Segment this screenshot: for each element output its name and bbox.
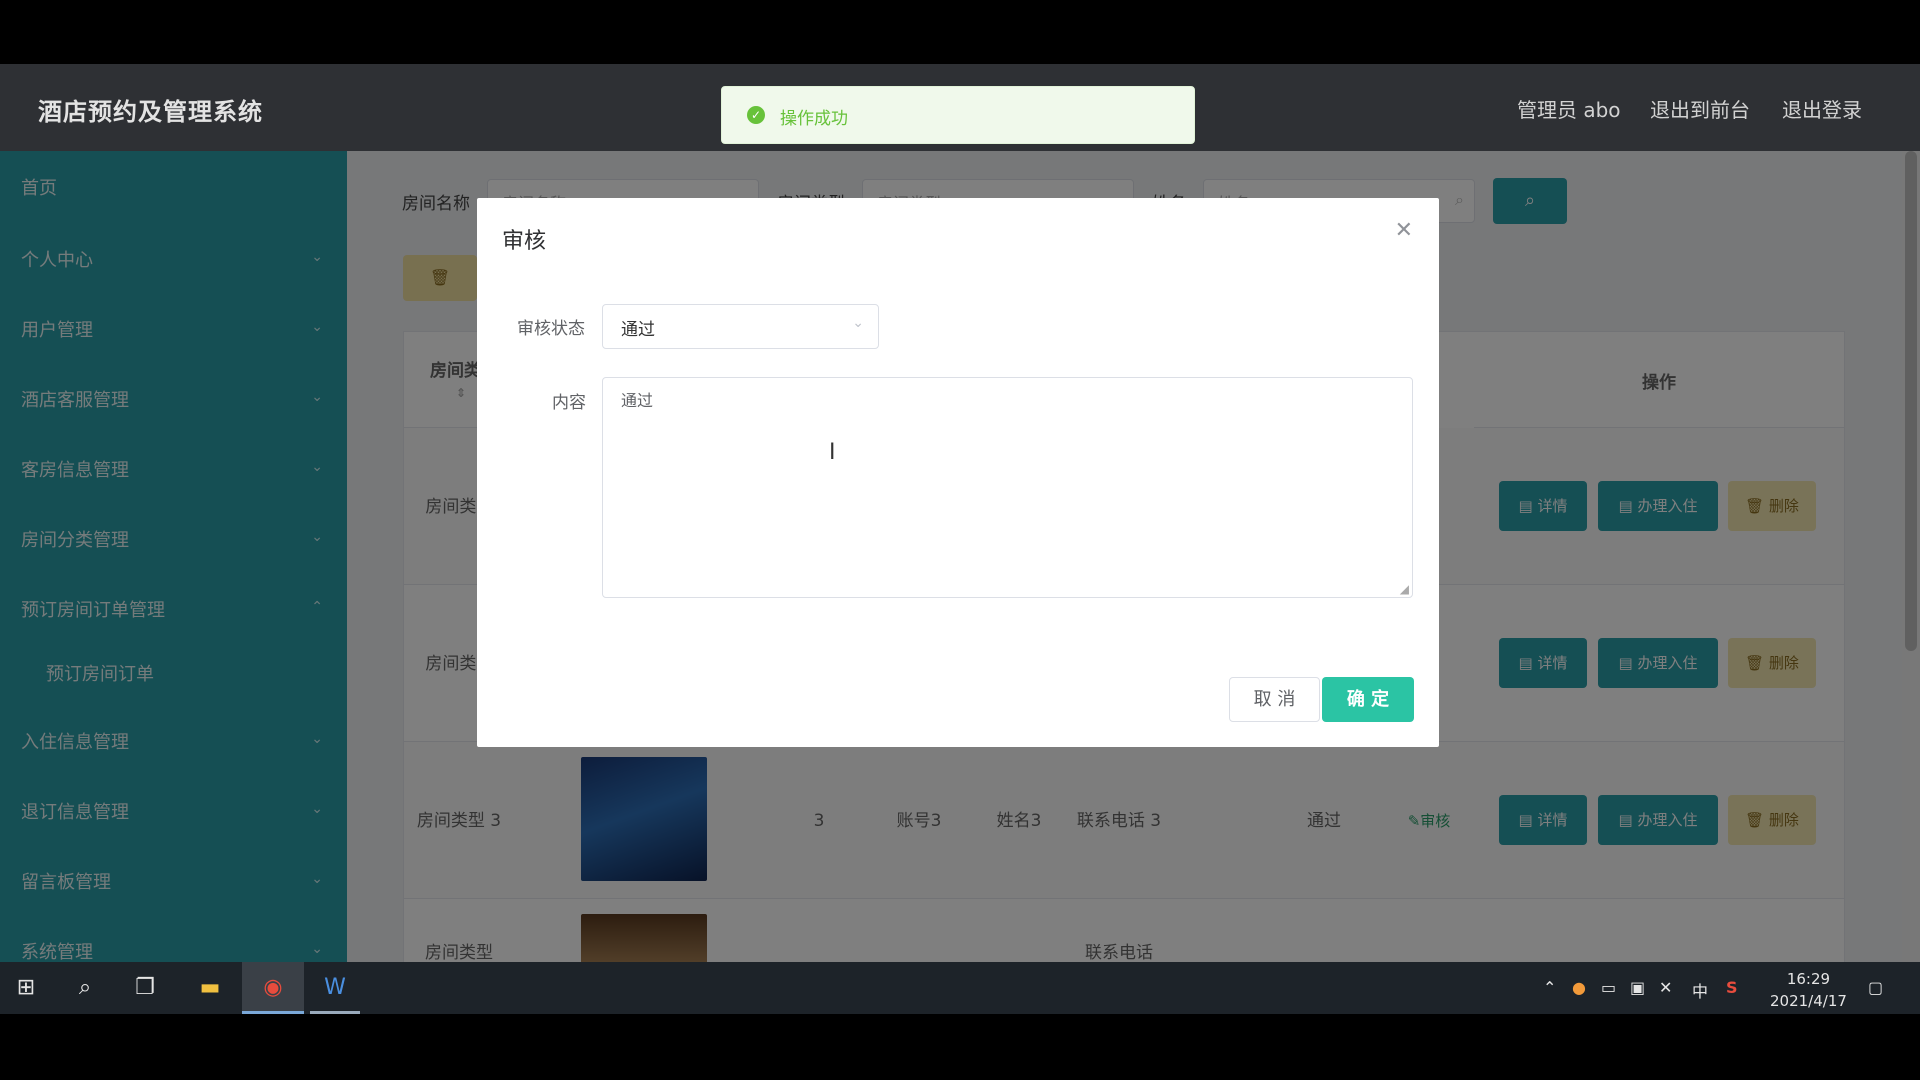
tray-chevron-up-icon[interactable]: ⌃	[1543, 978, 1556, 997]
ime-indicator[interactable]: 中	[1692, 978, 1708, 1002]
audit-status-select[interactable]: 通过 ⌄	[602, 304, 879, 349]
qq-icon[interactable]: ●	[1572, 978, 1586, 997]
file-explorer-icon[interactable]: ▬	[195, 974, 225, 1002]
admin-user-label: 管理员 abo	[1517, 98, 1621, 122]
close-icon[interactable]: ✕	[1395, 218, 1413, 243]
content-value: 通过	[621, 391, 654, 410]
windows-start-icon[interactable]: ⊞	[11, 974, 41, 1002]
content-label: 内容	[552, 393, 586, 413]
clock-date: 2021/4/17	[1770, 992, 1847, 1010]
network-icon[interactable]: ▣	[1630, 978, 1645, 997]
volume-muted-icon[interactable]: ✕	[1659, 978, 1672, 997]
windows-taskbar: ⊞ ⌕ ❐ ▬ ◉ W ⌃ ● ▭ ▣ ✕ 中 S 16:29 2021/4/1…	[0, 962, 1920, 1014]
sogou-ime-icon[interactable]: S	[1726, 978, 1738, 997]
audit-dialog: 审核 ✕ 审核状态 通过 ⌄ 内容 通过 ◢ I 取 消 确 定	[477, 198, 1439, 747]
chrome-icon[interactable]: ◉	[258, 974, 288, 1002]
system-clock[interactable]: 16:29 2021/4/17	[1770, 968, 1847, 1012]
check-circle-icon: ✓	[747, 106, 765, 124]
resize-handle-icon[interactable]: ◢	[1400, 582, 1409, 596]
app-title: 酒店预约及管理系统	[38, 98, 263, 126]
search-icon[interactable]: ⌕	[70, 974, 100, 1002]
clock-time: 16:29	[1786, 970, 1831, 988]
logout-link[interactable]: 退出登录	[1782, 94, 1862, 123]
success-toast: ✓ 操作成功	[721, 86, 1195, 144]
chevron-down-icon: ⌄	[852, 315, 864, 331]
open-indicator	[310, 1011, 360, 1014]
confirm-button[interactable]: 确 定	[1322, 677, 1414, 722]
battery-icon[interactable]: ▭	[1601, 978, 1616, 997]
task-view-icon[interactable]: ❐	[130, 974, 160, 1002]
active-indicator	[242, 1011, 304, 1014]
notification-icon[interactable]: ▢	[1868, 978, 1883, 997]
audit-status-label: 审核状态	[517, 319, 585, 339]
toast-message: 操作成功	[780, 109, 848, 129]
cancel-button[interactable]: 取 消	[1229, 677, 1320, 722]
dialog-title: 审核	[502, 229, 547, 254]
back-to-front-link[interactable]: 退出到前台	[1650, 94, 1750, 123]
screen: 酒店预约及管理系统 管理员 abo 退出到前台 退出登录 首页 个人中心 ⌄ 用…	[0, 0, 1920, 1080]
text-cursor-icon: I	[829, 440, 836, 465]
audit-status-value: 通过	[621, 320, 655, 340]
content-textarea[interactable]: 通过 ◢	[602, 377, 1413, 598]
word-icon[interactable]: W	[320, 974, 350, 1002]
